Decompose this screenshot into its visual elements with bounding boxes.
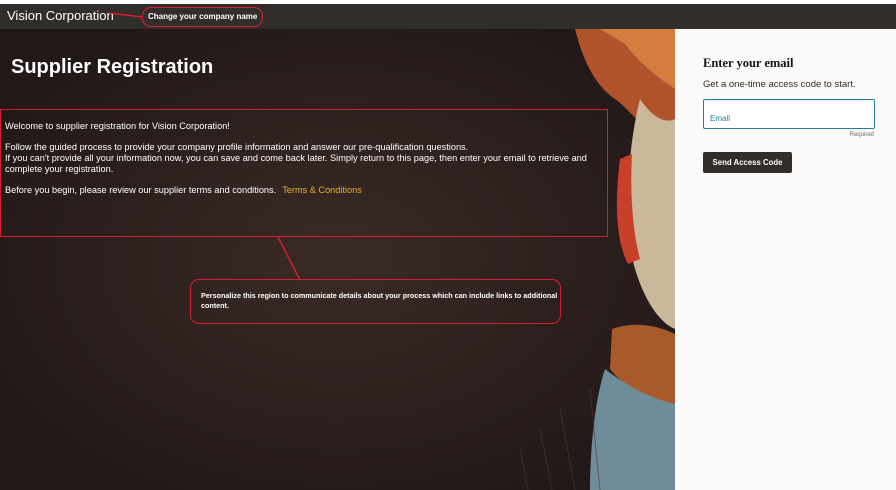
process-text-2: If you can't provide all your informatio… — [5, 153, 587, 174]
hero-region: Supplier Registration Welcome to supplie… — [0, 29, 675, 490]
send-access-code-button[interactable]: Send Access Code — [703, 152, 792, 173]
region-callout: Personalize this region to communicate d… — [190, 279, 561, 324]
process-text-1: Follow the guided process to provide you… — [5, 142, 469, 152]
required-label: Required — [849, 132, 874, 138]
email-panel: Enter your email Get a one-time access c… — [675, 29, 896, 490]
terms-conditions-link[interactable]: Terms & Conditions — [282, 185, 362, 195]
intro-content-region: Welcome to supplier registration for Vis… — [0, 109, 608, 237]
region-callout-text: Personalize this region to communicate d… — [201, 291, 558, 310]
company-name: Vision Corporation — [7, 8, 114, 23]
company-callout-text: Change your company name — [148, 12, 258, 21]
page-title: Supplier Registration — [11, 56, 214, 78]
company-name-callout: Change your company name — [142, 7, 263, 27]
top-bar: Vision Corporation Change your company n… — [0, 4, 896, 29]
email-panel-title: Enter your email — [703, 56, 794, 70]
hero-background-art — [0, 29, 675, 490]
email-input[interactable] — [703, 99, 875, 129]
email-panel-subtitle: Get a one-time access code to start. — [703, 79, 856, 90]
terms-prefix: Before you begin, please review our supp… — [5, 185, 277, 195]
welcome-text: Welcome to supplier registration for Vis… — [5, 121, 230, 131]
terms-line: Before you begin, please review our supp… — [5, 185, 607, 196]
